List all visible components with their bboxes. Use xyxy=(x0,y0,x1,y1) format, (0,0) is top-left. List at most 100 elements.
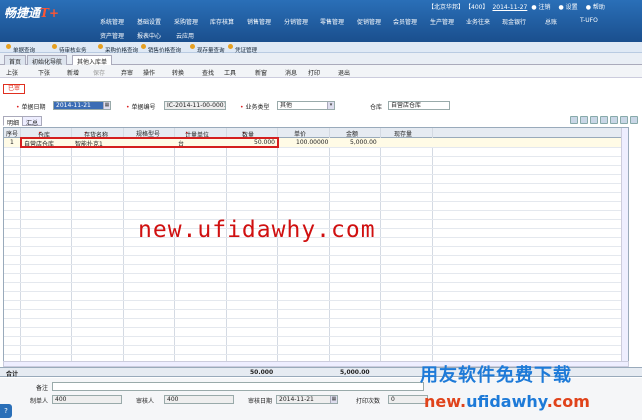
star-icon xyxy=(141,44,146,49)
favorite-item[interactable]: 凭证管理 xyxy=(228,44,257,54)
print-count-field[interactable]: 0 xyxy=(388,395,428,404)
cell-amount[interactable]: 5,000.00 xyxy=(350,139,377,146)
status-bar: 【北京华邦】 【400】 2014-11-27 ● 注销 ● 设置 ● 帮助 xyxy=(428,2,613,11)
tab-summary[interactable]: 汇总 xyxy=(22,116,43,127)
star-icon xyxy=(98,44,103,49)
nav-item[interactable]: 云应用 xyxy=(176,31,194,40)
column-header[interactable]: 金额 xyxy=(346,129,358,138)
nav-item[interactable]: 生产管理 xyxy=(430,17,454,26)
help-link[interactable]: ● 帮助 xyxy=(586,4,609,11)
nav-item[interactable]: 会员管理 xyxy=(393,17,417,26)
doc-date-field[interactable]: 2014-11-21 ▦ xyxy=(53,101,111,110)
operation-menu[interactable]: 操作 xyxy=(143,68,155,77)
nav-item[interactable]: 促销管理 xyxy=(357,17,381,26)
watermark-corner-url: new.ufidawhy.com xyxy=(424,392,590,411)
logout-link[interactable]: ● 注销 xyxy=(531,4,554,11)
vertical-scrollbar[interactable] xyxy=(621,128,628,366)
column-settings-icon[interactable] xyxy=(620,116,628,124)
nav-item[interactable]: 库存核算 xyxy=(210,17,234,26)
delete-row-icon[interactable] xyxy=(590,116,598,124)
biz-type-select[interactable]: 其他 ▾ xyxy=(277,101,335,110)
favorite-item[interactable]: 采购价格查询 xyxy=(98,44,138,54)
nav-item[interactable]: 业务往来 xyxy=(466,17,490,26)
favorite-item[interactable]: 待审核业务 xyxy=(52,44,87,54)
remark-field[interactable] xyxy=(52,382,424,391)
message-button[interactable]: 消息 xyxy=(285,68,297,77)
star-icon xyxy=(52,44,57,49)
favorite-item[interactable]: 单据查询 xyxy=(6,44,35,54)
highlight-box xyxy=(20,137,279,148)
column-header[interactable]: 现存量 xyxy=(394,129,412,138)
find-button[interactable]: 查找 xyxy=(202,68,214,77)
exit-button[interactable]: 退出 xyxy=(338,68,350,77)
audited-badge: 已审 xyxy=(3,84,25,94)
calendar-icon[interactable]: ▦ xyxy=(330,396,337,403)
top-banner: 畅捷通T+ 【北京华邦】 【400】 2014-11-27 ● 注销 ● 设置 ● 帮助 … xyxy=(0,0,642,42)
doc-no-label: • 单据编号 xyxy=(126,104,156,111)
add-row-icon[interactable] xyxy=(570,116,578,124)
print-menu[interactable]: 打印 xyxy=(308,68,320,77)
login-date[interactable]: 2014-11-27 xyxy=(492,4,527,11)
app-logo: 畅捷通T+ xyxy=(4,6,59,20)
nav-item[interactable]: 报表中心 xyxy=(137,31,161,40)
totals-label: 合计 xyxy=(6,371,19,378)
favorite-item[interactable]: 现存量查询 xyxy=(190,44,225,54)
print-count-label: 打印次数 xyxy=(356,398,381,405)
toolbar: 上张 下张 新增 保存 弃审 操作 转换 查找 工具 新窗 消息 打印 退出 xyxy=(0,65,642,78)
tab-detail[interactable]: 明细 xyxy=(3,116,24,127)
nav-item[interactable]: 分销管理 xyxy=(284,17,308,26)
nav-item[interactable]: 资产管理 xyxy=(100,31,124,40)
star-icon xyxy=(228,44,233,49)
help-icon[interactable]: ? xyxy=(0,404,12,418)
nav-item[interactable]: 基础设置 xyxy=(137,17,161,26)
nav-item[interactable]: 总账 xyxy=(545,17,557,26)
nav-item[interactable]: T-UFO xyxy=(580,17,598,24)
nav-item[interactable]: 现金银行 xyxy=(502,17,526,26)
tab-init-guide[interactable]: 初始化导航 xyxy=(27,55,68,66)
next-button[interactable]: 下张 xyxy=(38,68,50,77)
convert-menu[interactable]: 转换 xyxy=(172,68,184,77)
cell-price[interactable]: 100.00000 xyxy=(296,139,328,146)
column-header[interactable]: 单价 xyxy=(294,129,306,138)
star-icon xyxy=(6,44,11,49)
main-nav: 系统管理 基础设置 采购管理 库存核算 销售管理 分销管理 零售管理 促销管理 … xyxy=(100,17,640,29)
tab-other-inbound[interactable]: 其他入库单 xyxy=(72,55,113,66)
unaudit-button[interactable]: 弃审 xyxy=(121,68,133,77)
audit-date-field[interactable]: 2014-11-21 ▦ xyxy=(276,395,338,404)
totals-amount: 5,000.00 xyxy=(340,369,370,376)
nav-item[interactable]: 采购管理 xyxy=(174,17,198,26)
doc-no-field[interactable]: IC-2014-11-00-0001 xyxy=(164,101,226,110)
tools-menu[interactable]: 工具 xyxy=(224,68,236,77)
chevron-down-icon[interactable]: ▾ xyxy=(327,102,334,109)
export-icon[interactable] xyxy=(630,116,638,124)
nav-item[interactable]: 系统管理 xyxy=(100,17,124,26)
calendar-icon[interactable]: ▦ xyxy=(103,102,110,109)
audit-date-label: 审核日期 xyxy=(248,398,273,405)
auditor-label: 审核人 xyxy=(136,398,155,405)
print-icon[interactable] xyxy=(610,116,618,124)
document-tabs: 首页 初始化导航 其他入库单 xyxy=(0,53,642,66)
biz-type-label: • 业务类型 xyxy=(240,104,270,111)
insert-row-icon[interactable] xyxy=(580,116,588,124)
favorite-item[interactable]: 销售价格查询 xyxy=(141,44,181,54)
maker-field[interactable]: 400 xyxy=(52,395,122,404)
favorites-bar: 单据查询 待审核业务 采购价格查询 销售价格查询 现存量查询 凭证管理 xyxy=(0,42,642,54)
column-header[interactable]: 序号 xyxy=(6,129,18,138)
settings-link[interactable]: ● 设置 xyxy=(559,4,582,11)
auditor-field[interactable]: 400 xyxy=(164,395,234,404)
save-button[interactable]: 保存 xyxy=(93,68,105,77)
doc-date-label: • 单据日期 xyxy=(16,104,46,111)
new-button[interactable]: 新增 xyxy=(67,68,79,77)
nav-item[interactable]: 销售管理 xyxy=(247,17,271,26)
copy-row-icon[interactable] xyxy=(600,116,608,124)
detail-grid: 序号 • 仓库 • 存货名称 规格型号 • 计量单位 • 数量 单价 金额 现存量 1 … xyxy=(3,127,629,367)
prev-button[interactable]: 上张 xyxy=(6,68,18,77)
watermark-url: new.ufidawhy.com xyxy=(138,217,376,243)
grid-tools xyxy=(568,116,638,125)
tab-home[interactable]: 首页 xyxy=(4,55,27,66)
nav-item[interactable]: 零售管理 xyxy=(320,17,344,26)
row-number: 1 xyxy=(10,139,14,146)
new-window-button[interactable]: 新窗 xyxy=(255,68,267,77)
account-id: 【400】 xyxy=(468,4,489,11)
warehouse-field[interactable]: 自营店仓库 xyxy=(388,101,450,110)
